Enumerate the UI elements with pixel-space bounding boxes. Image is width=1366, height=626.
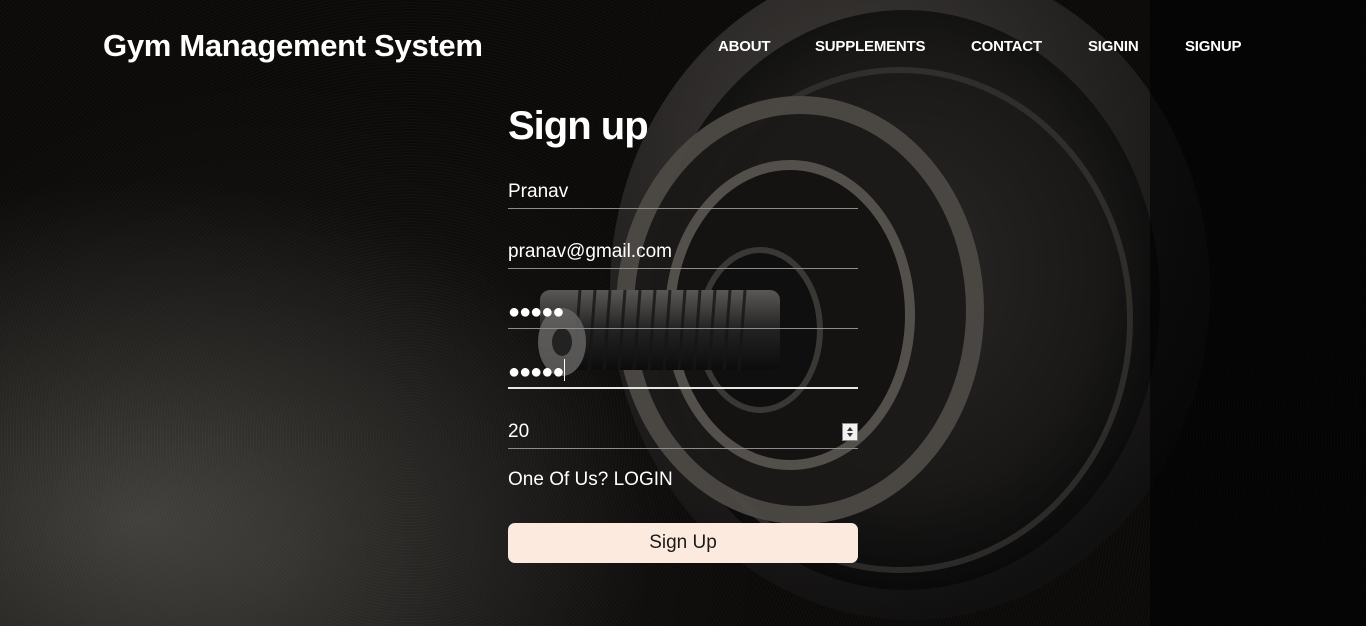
page-background: Gym Management System ABOUT SUPPLEMENTS …: [0, 0, 1366, 626]
signup-submit-button[interactable]: Sign Up: [508, 523, 858, 563]
page-title: Sign up: [508, 104, 649, 148]
email-input-value: pranav@gmail.com: [508, 241, 672, 262]
signup-form: Sign up Pranav pranav@gmail.com ●●●●● ●●…: [508, 100, 858, 563]
site-header: Gym Management System ABOUT SUPPLEMENTS …: [0, 0, 1366, 96]
number-spinner-icon[interactable]: [842, 423, 858, 441]
nav-signin-link[interactable]: SIGNIN: [1088, 38, 1139, 55]
confirm-password-input[interactable]: ●●●●●: [508, 359, 858, 389]
login-link[interactable]: One Of Us? LOGIN: [508, 469, 673, 491]
nav-signup-link[interactable]: SIGNUP: [1185, 38, 1242, 55]
brand-title[interactable]: Gym Management System: [103, 28, 483, 64]
nav-about-link[interactable]: ABOUT: [718, 38, 771, 55]
age-number-input[interactable]: 20: [508, 419, 858, 449]
email-input[interactable]: pranav@gmail.com: [508, 239, 858, 269]
confirm-password-input-value: ●●●●●: [508, 361, 564, 383]
name-input-value: Pranav: [508, 181, 569, 202]
nav-contact-link[interactable]: CONTACT: [971, 38, 1042, 55]
age-input-value: 20: [508, 421, 530, 442]
password-input[interactable]: ●●●●●: [508, 299, 858, 329]
password-input-value: ●●●●●: [508, 301, 564, 323]
name-input[interactable]: Pranav: [508, 179, 858, 209]
nav-supplements-link[interactable]: SUPPLEMENTS: [815, 38, 926, 55]
text-caret: [564, 359, 566, 381]
